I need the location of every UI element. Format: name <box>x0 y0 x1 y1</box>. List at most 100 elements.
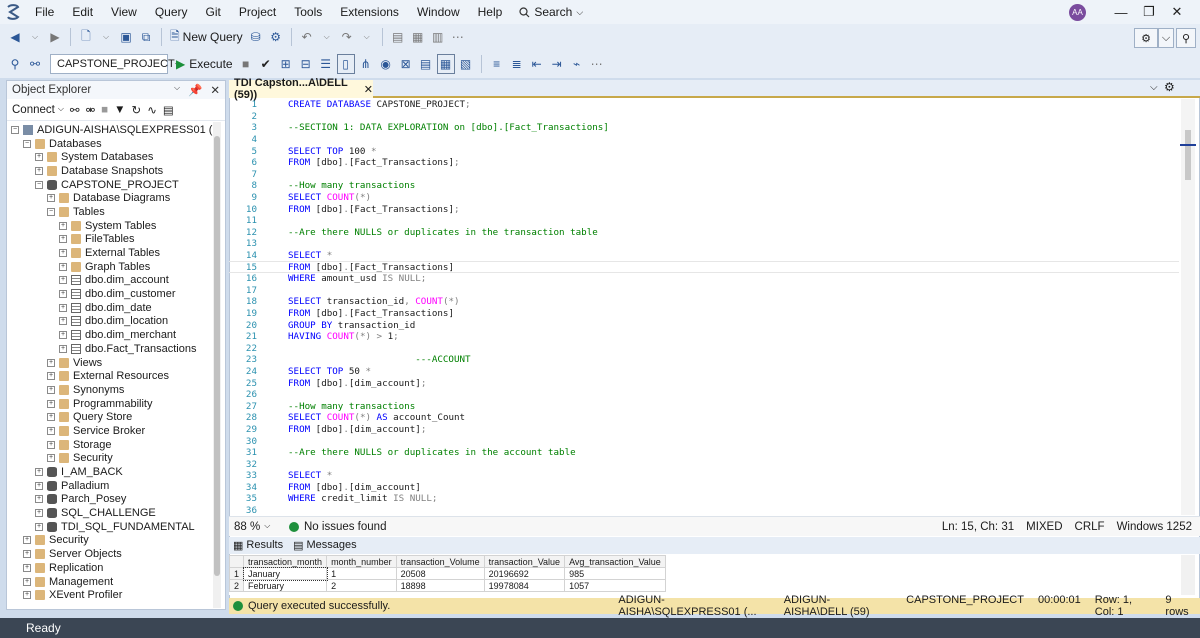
tree-node[interactable]: + TDI_SQL_FUNDAMENTAL <box>7 520 213 534</box>
menu-item-edit[interactable]: Edit <box>63 0 102 24</box>
decrease-indent-button[interactable]: ⇤ <box>528 54 546 74</box>
live-stats-button[interactable]: ◉ <box>377 54 395 74</box>
tab-results[interactable]: ▦ Results <box>233 539 283 552</box>
tree-node[interactable]: − Databases <box>7 137 213 151</box>
expand-icon[interactable]: + <box>47 399 55 408</box>
expand-icon[interactable]: + <box>47 385 55 394</box>
table-row[interactable]: 2 February 2 18898 19978084 1057 <box>228 579 666 592</box>
undo-button[interactable]: ↶ <box>298 27 316 47</box>
expand-icon[interactable]: + <box>47 413 55 422</box>
table-cell[interactable]: 19978084 <box>483 579 566 592</box>
row-number[interactable]: 2 <box>228 579 245 592</box>
tree-node[interactable]: + Programmability <box>7 397 213 411</box>
results-to-grid-button[interactable]: ▦ <box>436 54 455 74</box>
expand-icon[interactable]: + <box>35 522 43 531</box>
comment-button[interactable]: ≡ <box>488 54 506 74</box>
table-cell[interactable]: 20196692 <box>483 567 566 580</box>
tree-node[interactable]: + Synonyms <box>7 383 213 397</box>
table-cell[interactable]: 1 <box>326 567 397 580</box>
search-menu[interactable]: Search ⌵ <box>511 5 591 19</box>
menu-item-query[interactable]: Query <box>146 0 197 24</box>
collapse-icon[interactable]: − <box>23 139 31 148</box>
expand-icon[interactable]: + <box>23 577 31 586</box>
table-cell[interactable]: 2 <box>326 579 397 592</box>
code-editor[interactable]: 1 CREATE DATABASE CAPSTONE_PROJECT; 2 3 --SE… <box>229 99 1179 515</box>
table-row[interactable]: 1 January 1 20508 20196692 985 <box>228 566 666 581</box>
estimated-plan-button[interactable]: ⊞ <box>277 54 295 74</box>
tree-node[interactable]: + dbo.dim_customer <box>7 287 213 301</box>
pin-icon[interactable]: 📌 <box>188 83 202 97</box>
save-all-button[interactable]: ⧉ <box>137 27 155 47</box>
expand-icon[interactable]: + <box>23 550 31 559</box>
database-selector[interactable]: CAPSTONE_PROJECT ⌵ <box>50 54 181 74</box>
close-window-button[interactable]: ✕ <box>1166 3 1188 21</box>
row-number[interactable]: 1 <box>228 567 245 580</box>
expand-icon[interactable]: + <box>47 194 55 203</box>
indent-mode[interactable]: MIXED <box>1026 521 1062 533</box>
expand-icon[interactable]: + <box>47 426 55 435</box>
menu-item-git[interactable]: Git <box>197 0 230 24</box>
actual-plan-button[interactable]: ⋔ <box>357 54 375 74</box>
stop-icon[interactable]: ■ <box>101 104 108 116</box>
more-options-icon[interactable]: ⋯ <box>449 27 467 47</box>
expand-icon[interactable]: + <box>59 317 67 326</box>
object-explorer-scroll-thumb[interactable] <box>214 136 220 576</box>
row-header-corner[interactable] <box>228 555 245 568</box>
new-file-dropdown-icon[interactable]: ⌵ <box>97 27 115 47</box>
tree-node[interactable]: + Replication <box>7 561 213 575</box>
query-designer-button[interactable]: ⊟ <box>297 54 315 74</box>
back-button[interactable]: ◀ <box>6 27 24 47</box>
forward-button[interactable]: ▶ <box>46 27 64 47</box>
tree-node[interactable]: + XEvent Profiler <box>7 588 213 602</box>
registered-servers-button[interactable]: ▥ <box>429 27 447 47</box>
tree-node[interactable]: + Service Broker <box>7 424 213 438</box>
undo-dropdown-icon[interactable]: ⌵ <box>318 27 336 47</box>
disconnect-icon[interactable]: ⚮ <box>86 103 96 117</box>
panel-dropdown-icon[interactable]: ⌵ <box>174 83 180 97</box>
execute-button[interactable]: ▶ Execute <box>174 54 235 74</box>
refresh-icon[interactable]: ↻ <box>132 103 142 117</box>
new-file-button[interactable]: 🗋 <box>77 27 95 47</box>
tree-node[interactable]: − CAPSTONE_PROJECT <box>7 178 213 192</box>
activity-icon[interactable]: ∿ <box>147 103 157 117</box>
tree-node[interactable]: + dbo.dim_account <box>7 274 213 288</box>
tree-node[interactable]: + System Tables <box>7 219 213 233</box>
tree-node[interactable]: + Security <box>7 534 213 548</box>
expand-icon[interactable]: + <box>47 372 55 381</box>
tree-node[interactable]: + Parch_Posey <box>7 493 213 507</box>
parse-button[interactable]: ✔ <box>257 54 275 74</box>
column-header[interactable]: transaction_Volume <box>395 555 485 568</box>
specify-values-button[interactable]: ⌁ <box>568 54 586 74</box>
tree-node[interactable]: − Tables <box>7 205 213 219</box>
tree-node[interactable]: + Palladium <box>7 479 213 493</box>
editor-scroll-thumb[interactable] <box>1185 130 1191 180</box>
expand-icon[interactable]: + <box>23 536 31 545</box>
expand-icon[interactable]: + <box>59 344 67 353</box>
tree-node[interactable]: + Server Objects <box>7 547 213 561</box>
connect-icon[interactable]: ⚲ <box>6 54 24 74</box>
tree-node[interactable]: + Database Snapshots <box>7 164 213 178</box>
collapse-icon[interactable]: − <box>11 125 19 134</box>
cursor-position[interactable]: Ln: 15, Ch: 31 <box>942 521 1014 533</box>
menu-item-view[interactable]: View <box>102 0 146 24</box>
redo-button[interactable]: ↷ <box>338 27 356 47</box>
query-options-button[interactable]: ☰ <box>317 54 335 74</box>
file-encoding[interactable]: Windows 1252 <box>1117 521 1192 533</box>
change-connection-icon[interactable]: ⚯ <box>26 54 44 74</box>
cancel-query-button[interactable]: ■ <box>237 54 255 74</box>
tree-node[interactable]: + dbo.dim_date <box>7 301 213 315</box>
expand-icon[interactable]: + <box>59 290 67 299</box>
intellisense-button[interactable]: ▯ <box>336 54 355 74</box>
feedback-button[interactable]: ⚲ <box>1176 28 1196 48</box>
tree-node[interactable]: + Management <box>7 575 213 589</box>
results-scrollbar[interactable] <box>1181 555 1195 595</box>
column-header[interactable]: transaction_month <box>243 555 328 568</box>
activity-monitor-button[interactable]: ▤ <box>389 27 407 47</box>
expand-icon[interactable]: + <box>47 358 55 367</box>
tree-node[interactable]: + Security <box>7 452 213 466</box>
restore-button[interactable]: ❐ <box>1138 3 1160 21</box>
tree-node[interactable]: + Storage <box>7 438 213 452</box>
expand-icon[interactable]: + <box>35 468 43 477</box>
column-header[interactable]: transaction_Value <box>483 555 566 568</box>
expand-icon[interactable]: + <box>23 563 31 572</box>
